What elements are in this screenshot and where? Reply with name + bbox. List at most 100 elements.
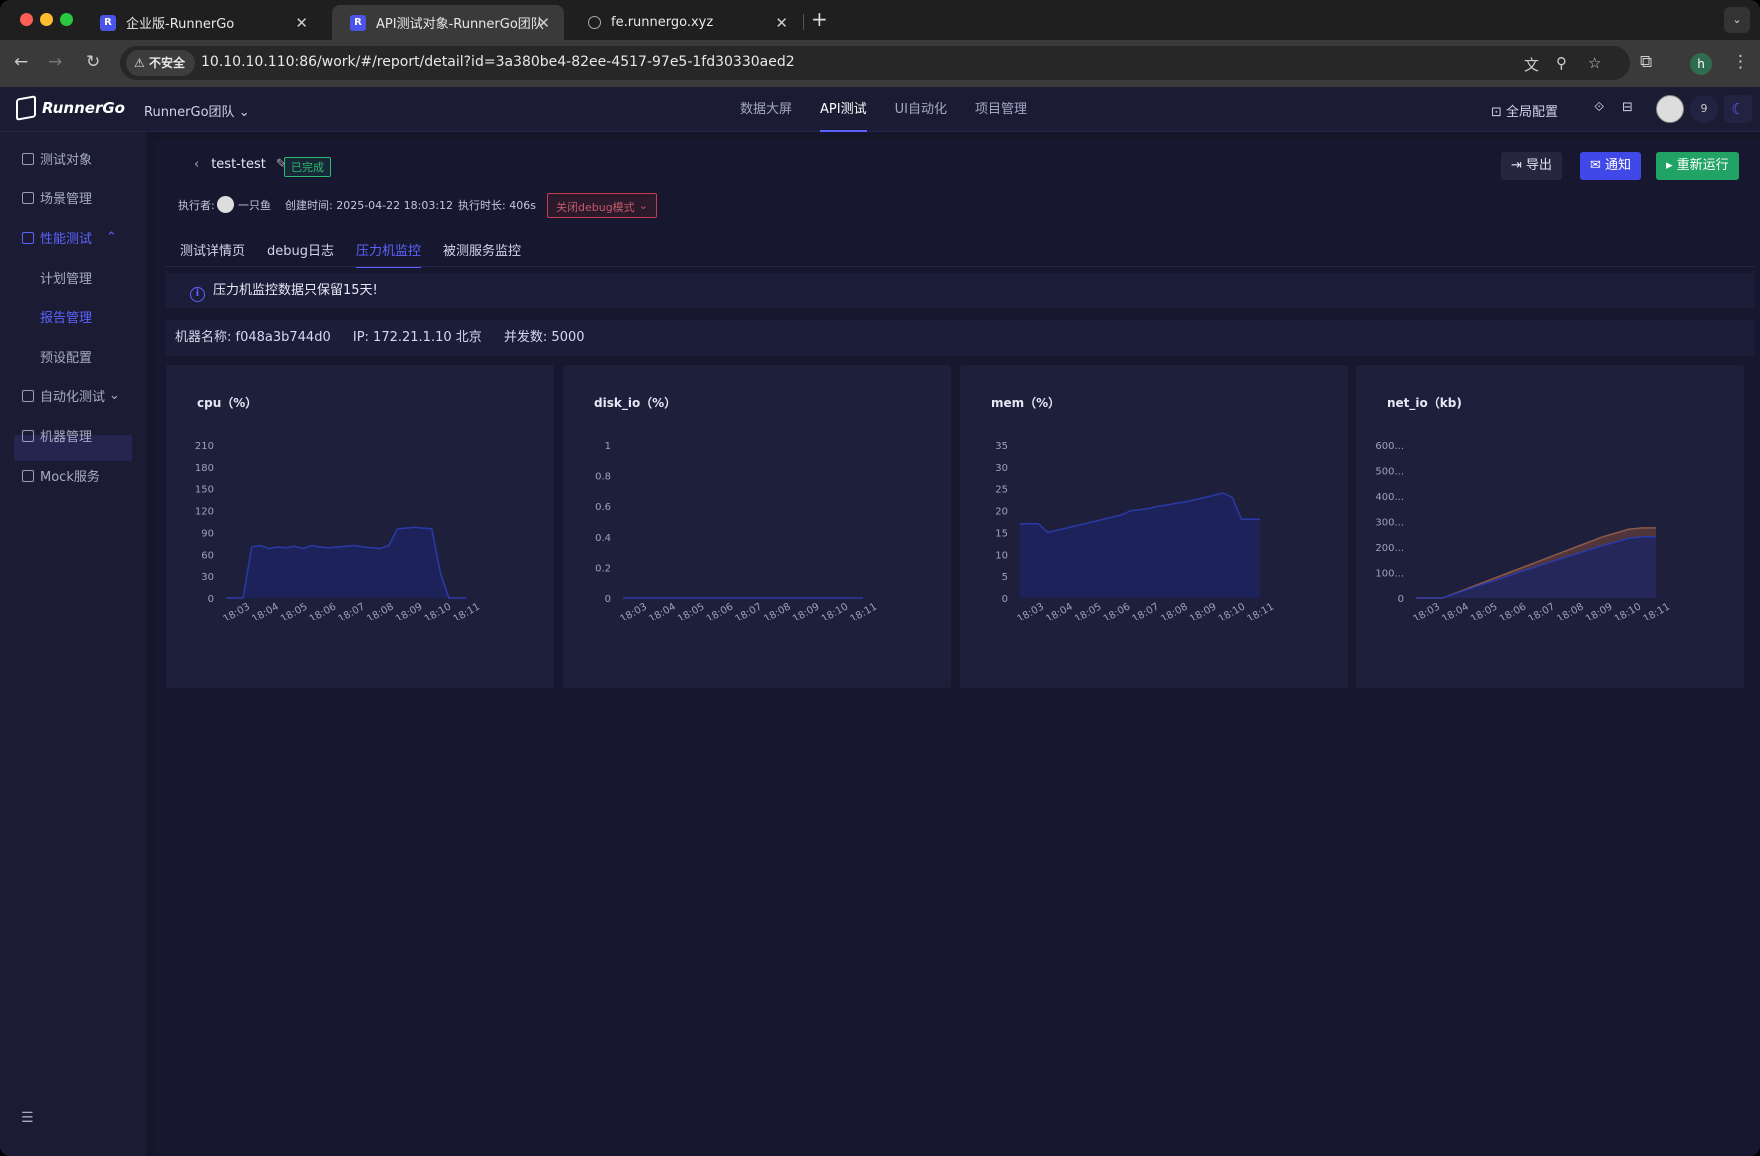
notify-label: 通知 <box>1605 158 1632 173</box>
main-nav: 数据大屏 API测试 UI自动化 项目管理 <box>740 87 1055 132</box>
forward-icon[interactable]: → <box>48 52 62 72</box>
y-tick-label: 0 <box>1398 594 1404 605</box>
mem-chart: 0510152025303518:0318:0418:0518:0618:071… <box>995 441 1276 620</box>
sidebar-item-automation[interactable]: 自动化测试 ⌄ <box>22 386 120 405</box>
browser-window: R 企业版-RunnerGo ✕ R API测试对象-RunnerGo团队 ✕ … <box>0 0 1760 1156</box>
reload-icon[interactable]: ↻ <box>86 52 100 72</box>
profile-avatar[interactable]: h <box>1690 53 1712 75</box>
browser-tab[interactable]: R 企业版-RunnerGo ✕ <box>82 5 322 40</box>
sidebar-item-label: 机器管理 <box>40 430 93 445</box>
mem-chart-card: mem（%） 0 5 10 15 20 25 30 35 18:03 18:04 18:05 18:0… <box>960 365 1348 688</box>
url-field[interactable]: ⚠ 不安全 10.10.10.110:86/work/#/report/deta… <box>120 46 1630 80</box>
y-tick-label: 25 <box>995 485 1008 496</box>
nav-api-test[interactable]: API测试 <box>820 87 867 132</box>
close-tab-icon[interactable]: ✕ <box>537 14 550 32</box>
status-badge: 已完成 <box>284 157 331 177</box>
sidebar-item-test-objects[interactable]: 测试对象 <box>22 149 92 168</box>
x-tick-label: 18:04 <box>647 601 677 620</box>
automation-icon <box>22 389 34 402</box>
sidebar-item-label: 场景管理 <box>40 192 93 207</box>
chevron-down-icon: ⌄ <box>238 105 250 120</box>
y-tick-label: 600... <box>1375 441 1404 452</box>
duration: 执行时长: 406s <box>458 199 536 212</box>
export-button[interactable]: ⇥ 导出 <box>1501 152 1563 180</box>
tab-load-machine-monitor[interactable]: 压力机监控 <box>356 240 422 268</box>
y-tick-label: 500... <box>1375 467 1404 478</box>
sidebar-item-presets[interactable]: 预设配置 <box>40 347 92 366</box>
translate-icon[interactable]: 文 <box>1524 54 1539 75</box>
tab-separator <box>803 14 804 30</box>
sidebar-item-plans[interactable]: 计划管理 <box>40 268 92 287</box>
browser-tab-active[interactable]: R API测试对象-RunnerGo团队 ✕ <box>332 5 564 40</box>
mock-icon <box>22 469 34 482</box>
y-tick-label: 90 <box>201 528 214 539</box>
sidebar-item-mock[interactable]: Mock服务 <box>22 466 100 485</box>
nav-ui-automation[interactable]: UI自动化 <box>895 87 947 132</box>
logo[interactable]: RunnerGo <box>16 95 125 121</box>
maximize-window-button[interactable] <box>60 13 73 26</box>
docs-icon[interactable]: ⊟ <box>1622 100 1633 115</box>
report-tabs: 测试详情页 debug日志 压力机监控 被测服务监控 <box>180 240 543 268</box>
executor-avatar <box>217 196 234 213</box>
chart-title: mem（%） <box>991 396 1061 410</box>
sidebar-item-scenes[interactable]: 场景管理 <box>22 188 92 207</box>
browser-menu-icon[interactable]: ⋮ <box>1732 52 1749 72</box>
nav-dashboard[interactable]: 数据大屏 <box>740 87 792 132</box>
plugin-icon[interactable]: ⟐ <box>1594 100 1604 115</box>
browser-tab[interactable]: fe.runnergo.xyz ✕ <box>570 5 802 40</box>
tab-search-button[interactable]: ⌄ <box>1724 7 1750 33</box>
report-header: ‹ test-test ✎ <box>194 157 287 172</box>
x-tick-label: 18:08 <box>762 601 792 620</box>
tab-title: API测试对象-RunnerGo团队 <box>376 17 544 32</box>
dark-mode-icon[interactable]: ☾ <box>1724 95 1752 123</box>
y-tick-label: 0 <box>208 594 214 605</box>
y-tick-label: 180 <box>195 463 214 474</box>
avatar[interactable] <box>1656 95 1684 123</box>
close-window-button[interactable] <box>20 13 33 26</box>
extensions-icon[interactable]: ⧉ <box>1640 52 1652 72</box>
sidebar-item-performance[interactable]: 性能测试 ⌃ <box>22 228 117 247</box>
sidebar-item-label: Mock服务 <box>40 470 100 485</box>
debug-mode-select[interactable]: 关闭debug模式 ⌄ <box>547 193 657 218</box>
nav-project-management[interactable]: 项目管理 <box>975 87 1027 132</box>
back-arrow-icon[interactable]: ‹ <box>194 157 199 172</box>
insecure-badge[interactable]: ⚠ 不安全 <box>126 50 195 76</box>
y-tick-label: 20 <box>995 507 1008 518</box>
close-tab-icon[interactable]: ✕ <box>775 14 788 32</box>
chevron-down-icon: ⌄ <box>109 388 120 403</box>
x-tick-label: 18:09 <box>394 601 424 620</box>
x-tick-label: 18:06 <box>308 601 338 620</box>
back-icon[interactable]: ← <box>14 52 28 72</box>
tab-test-details[interactable]: 测试详情页 <box>180 240 245 268</box>
created-time: 创建时间: 2025-04-22 18:03:12 <box>285 199 454 212</box>
new-tab-button[interactable]: + <box>811 7 828 31</box>
notice-text: 压力机监控数据只保留15天! <box>213 283 378 298</box>
rerun-button[interactable]: ▸ 重新运行 <box>1656 152 1739 180</box>
close-tab-icon[interactable]: ✕ <box>295 14 308 32</box>
x-tick-label: 18:05 <box>1469 601 1499 620</box>
disk-io-chart: 00.20.40.60.8118:0318:0418:0518:0618:071… <box>595 441 879 620</box>
tab-title: fe.runnergo.xyz <box>611 15 714 30</box>
y-tick-label: 15 <box>995 528 1008 539</box>
bookmark-star-icon[interactable]: ☆ <box>1588 54 1601 72</box>
x-tick-label: 18:09 <box>1188 601 1218 620</box>
sidebar-item-machines[interactable]: 机器管理 <box>22 426 92 445</box>
x-tick-label: 18:05 <box>676 601 706 620</box>
tab-debug-log[interactable]: debug日志 <box>267 240 334 268</box>
insecure-label: 不安全 <box>148 56 185 70</box>
notification-badge[interactable]: 9 <box>1690 95 1718 123</box>
y-tick-label: 120 <box>195 507 214 518</box>
sidebar-item-label: 自动化测试 <box>40 390 106 405</box>
sidebar-item-reports[interactable]: 报告管理 <box>40 307 92 326</box>
collapse-sidebar-icon[interactable]: ☰ <box>21 1110 34 1126</box>
tab-service-monitor[interactable]: 被测服务监控 <box>443 240 521 268</box>
global-config-button[interactable]: ⊡ 全局配置 <box>1491 101 1558 120</box>
y-tick-label: 0 <box>1002 594 1008 605</box>
minimize-window-button[interactable] <box>40 13 53 26</box>
x-tick-label: 18:11 <box>849 601 879 620</box>
notify-button[interactable]: ✉ 通知 <box>1580 152 1642 180</box>
x-tick-label: 18:03 <box>222 601 252 620</box>
series-area <box>1020 493 1260 598</box>
zoom-icon[interactable]: ⚲ <box>1556 54 1567 72</box>
team-selector[interactable]: RunnerGo团队 ⌄ <box>144 101 250 120</box>
